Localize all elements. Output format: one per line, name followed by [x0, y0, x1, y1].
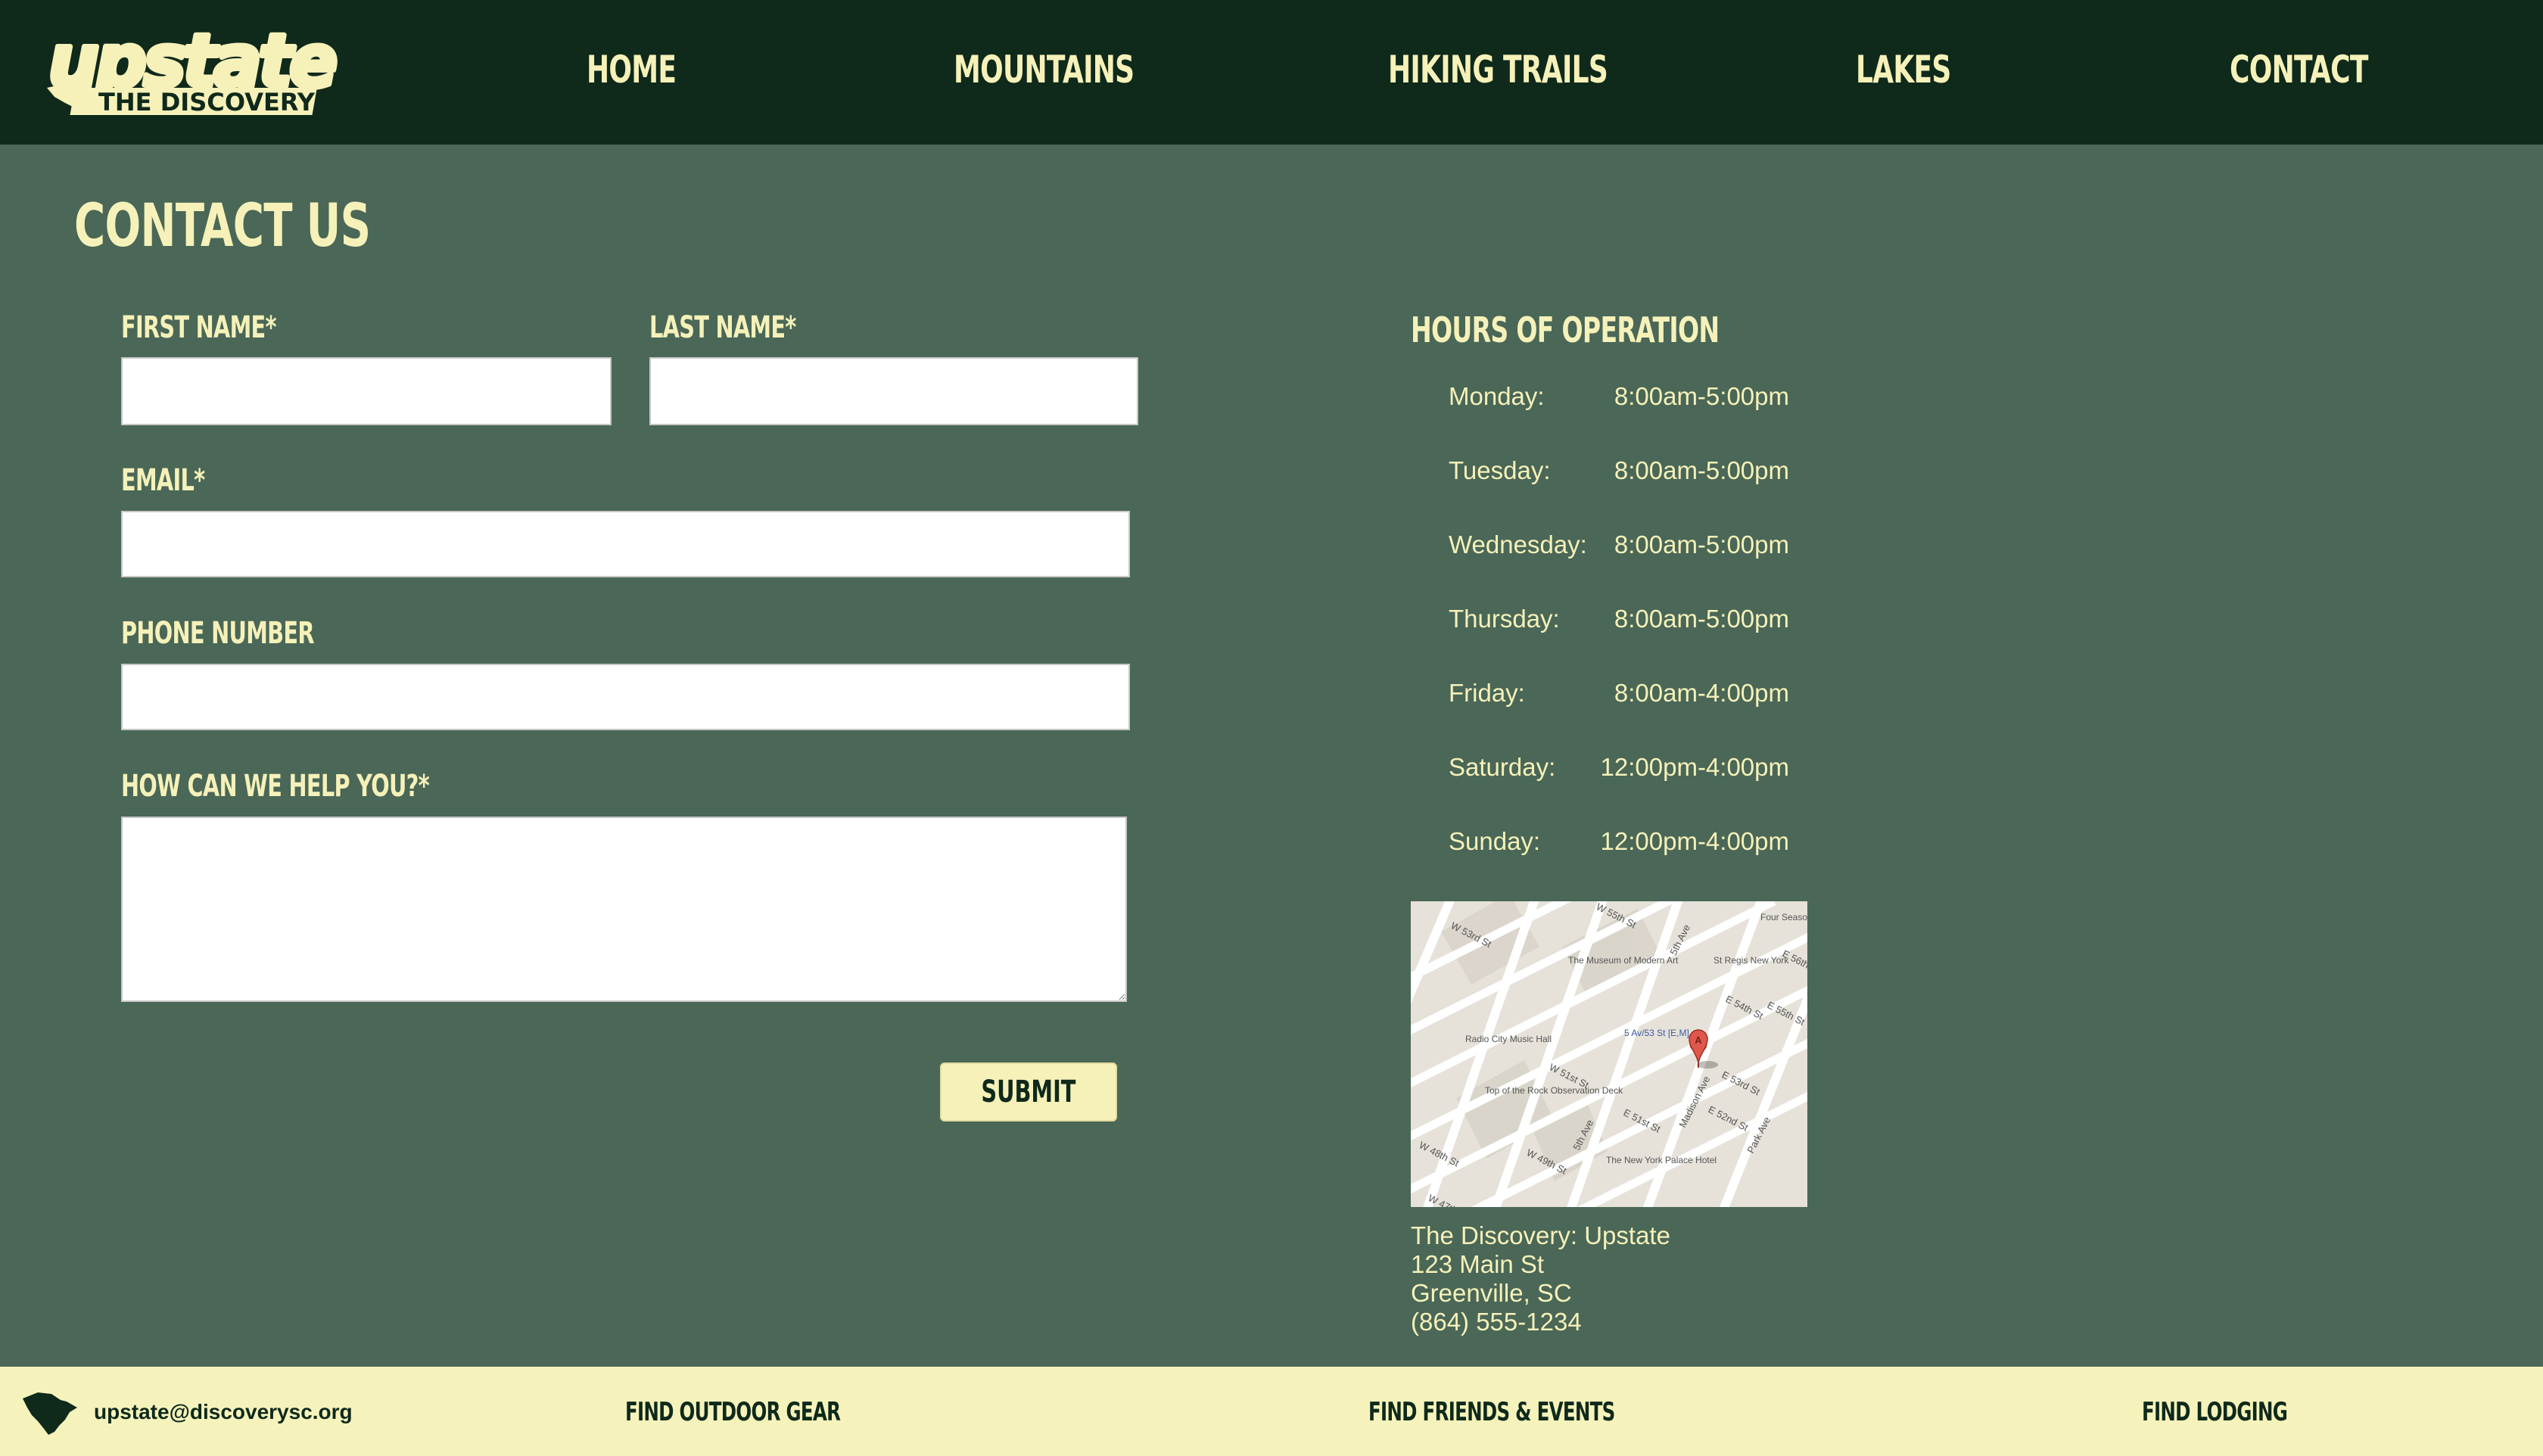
- address-name: The Discovery: Upstate: [1411, 1221, 1670, 1249]
- email-label-text: EMAIL*: [121, 463, 205, 498]
- hours-row-monday: Monday: 8:00am-5:00pm: [1449, 380, 1789, 413]
- footer-link-label: FIND FRIENDS & EVENTS: [1368, 1397, 1615, 1427]
- nav-home-label: HOME: [587, 48, 677, 92]
- nav-home[interactable]: HOME: [587, 47, 711, 92]
- first-name-field[interactable]: [121, 357, 612, 425]
- phone-label: PHONE NUMBER: [121, 614, 389, 652]
- hours-day: Friday:: [1449, 679, 1525, 707]
- hours-row-wednesday: Wednesday: 8:00am-5:00pm: [1449, 528, 1789, 562]
- map-label: 5 Av/53 St [E,M]: [1624, 1028, 1689, 1038]
- address-phone[interactable]: (864) 555-1234: [1411, 1308, 1582, 1336]
- hours-row-sunday: Sunday: 12:00pm-4:00pm: [1449, 825, 1789, 858]
- nav-contact[interactable]: CONTACT: [2230, 47, 2422, 92]
- first-name-label: FIRST NAME*: [121, 309, 337, 347]
- nav-contact-label: CONTACT: [2230, 48, 2368, 92]
- location-map[interactable]: W 53rd St W 55th St 5th Ave Four Seasons…: [1411, 901, 1807, 1207]
- email-label: EMAIL*: [121, 462, 237, 499]
- hours-time: 8:00am-5:00pm: [1614, 530, 1789, 558]
- site-header: upstate upstate THE DISCOVERY HOME MOUNT…: [0, 0, 2543, 145]
- nav-lakes[interactable]: LAKES: [1856, 47, 1987, 92]
- nav-lakes-label: LAKES: [1856, 48, 1951, 92]
- help-label: HOW CAN WE HELP YOU?*: [121, 767, 549, 805]
- logo-subtext: THE DISCOVERY: [98, 88, 316, 117]
- nav-mountains[interactable]: MOUNTAINS: [954, 47, 1204, 92]
- submit-button-label: SUBMIT: [981, 1075, 1076, 1109]
- footer-link-friends-events[interactable]: FIND FRIENDS & EVENTS: [1368, 1394, 1710, 1430]
- map-label: Top of the Rock Observation Deck: [1485, 1085, 1623, 1096]
- address-city: Greenville, SC: [1411, 1279, 1572, 1307]
- hours-time: 12:00pm-4:00pm: [1600, 753, 1789, 781]
- hours-time: 12:00pm-4:00pm: [1600, 827, 1789, 855]
- submit-button[interactable]: SUBMIT: [940, 1062, 1117, 1122]
- phone-label-text: PHONE NUMBER: [121, 616, 315, 651]
- email-field[interactable]: [121, 511, 1130, 577]
- south-carolina-state-icon: [23, 1392, 77, 1435]
- nav-hiking-trails-label: HIKING TRAILS: [1388, 48, 1608, 92]
- map-label: The Museum of Modern Art: [1568, 955, 1679, 966]
- map-label: St Regis New York: [1713, 955, 1789, 966]
- footer-link-label: FIND LODGING: [2142, 1397, 2288, 1427]
- site-footer: upstate@discoverysc.org FIND OUTDOOR GEA…: [0, 1367, 2543, 1456]
- map-graphic: W 53rd St W 55th St 5th Ave Four Seasons…: [1411, 901, 1807, 1207]
- last-name-field[interactable]: [649, 357, 1138, 425]
- page-title: CONTACT US: [74, 189, 485, 262]
- hours-row-friday: Friday: 8:00am-4:00pm: [1449, 677, 1789, 710]
- help-textarea[interactable]: [121, 817, 1127, 1002]
- last-name-label: LAST NAME*: [649, 309, 853, 347]
- hours-time: 8:00am-5:00pm: [1614, 382, 1789, 410]
- hours-day: Saturday:: [1449, 753, 1556, 781]
- hours-day: Tuesday:: [1449, 456, 1551, 484]
- address-street: 123 Main St: [1411, 1250, 1545, 1278]
- last-name-label-text: LAST NAME*: [649, 310, 796, 345]
- map-label: Four Seasons Hotel New York: [1760, 912, 1807, 922]
- hours-day: Wednesday:: [1449, 530, 1587, 558]
- phone-field[interactable]: [121, 664, 1130, 730]
- hours-time: 8:00am-4:00pm: [1614, 679, 1789, 707]
- hours-row-tuesday: Tuesday: 8:00am-5:00pm: [1449, 454, 1789, 487]
- hours-day: Sunday:: [1449, 827, 1541, 855]
- footer-link-label: FIND OUTDOOR GEAR: [625, 1397, 841, 1427]
- map-label: Radio City Music Hall: [1465, 1034, 1552, 1044]
- hours-title: HOURS OF OPERATION: [1411, 309, 1839, 351]
- nav-mountains-label: MOUNTAINS: [954, 48, 1135, 92]
- help-label-text: HOW CAN WE HELP YOU?*: [121, 769, 430, 804]
- first-name-label-text: FIRST NAME*: [121, 310, 277, 345]
- page-title-text: CONTACT US: [74, 192, 371, 260]
- hours-time: 8:00am-5:00pm: [1614, 456, 1789, 484]
- footer-link-lodging[interactable]: FIND LODGING: [2142, 1394, 2344, 1430]
- footer-email-link[interactable]: upstate@discoverysc.org: [94, 1397, 353, 1427]
- map-label: The New York Palace Hotel: [1606, 1155, 1717, 1165]
- hours-time: 8:00am-5:00pm: [1614, 605, 1789, 633]
- hours-title-text: HOURS OF OPERATION: [1411, 310, 1720, 350]
- hours-day: Thursday:: [1449, 605, 1560, 633]
- hours-row-thursday: Thursday: 8:00am-5:00pm: [1449, 602, 1789, 636]
- site-logo[interactable]: upstate upstate THE DISCOVERY: [44, 23, 340, 118]
- nav-hiking-trails[interactable]: HIKING TRAILS: [1388, 47, 1693, 92]
- hours-row-saturday: Saturday: 12:00pm-4:00pm: [1449, 751, 1789, 784]
- footer-link-outdoor-gear[interactable]: FIND OUTDOOR GEAR: [625, 1394, 924, 1430]
- map-marker-label: A: [1695, 1034, 1702, 1046]
- hours-day: Monday:: [1449, 382, 1545, 410]
